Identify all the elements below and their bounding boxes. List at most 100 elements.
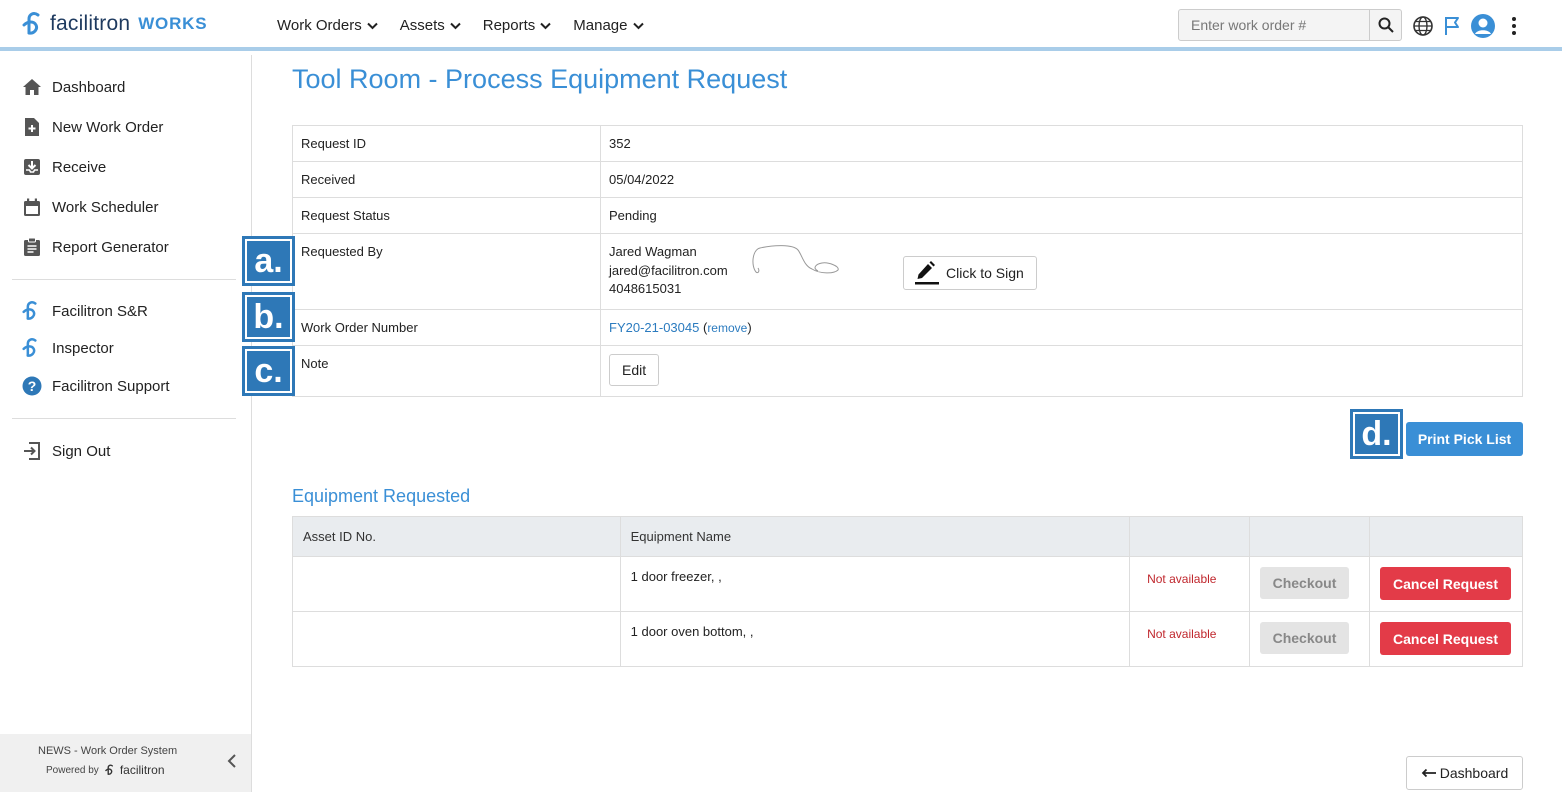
work-order-search-input[interactable] [1179, 10, 1369, 40]
requester-name: Jared Wagman [609, 244, 697, 259]
arrow-left-icon [1421, 768, 1436, 778]
table-row: 1 door freezer, , Not available Checkout… [292, 556, 1524, 612]
sidebar-item-inspector[interactable]: Inspector [22, 338, 114, 358]
inbox-download-icon [22, 157, 42, 177]
sidebar-item-receive[interactable]: Receive [22, 157, 106, 177]
work-order-cell: FY20-21-03045 (remove) [600, 308, 1523, 346]
calendar-icon [22, 197, 42, 217]
annotation-badge-a: a. [242, 236, 295, 286]
nav-assets[interactable]: Assets [400, 17, 461, 34]
sidebar-item-sign-out[interactable]: Sign Out [22, 441, 110, 461]
sidebar-item-work-scheduler[interactable]: Work Scheduler [22, 197, 158, 217]
sidebar-footer: NEWS - Work Order System Powered by faci… [0, 734, 251, 792]
column-header-cancel [1368, 516, 1524, 557]
flag-button[interactable] [1442, 15, 1462, 37]
facilitron-logo-icon [22, 12, 40, 35]
detail-row-requested-by: Requested By Jared Wagman jared@facilitr… [292, 233, 1523, 310]
annotation-badge-b: b. [242, 292, 295, 342]
language-button[interactable] [1412, 15, 1434, 37]
logo-text: facilitron [50, 12, 131, 35]
flag-icon [1445, 17, 1459, 35]
user-avatar-icon [1471, 14, 1495, 38]
sidebar-item-facilitron-sr[interactable]: Facilitron S&R [22, 301, 148, 321]
table-row: 1 door oven bottom, , Not available Chec… [292, 611, 1524, 667]
sidebar-item-label: Receive [52, 158, 107, 176]
nav-label: Manage [573, 17, 628, 34]
chevron-down-icon [450, 22, 461, 29]
search-icon [1378, 17, 1394, 33]
equipment-name-cell: 1 door freezer, , [619, 556, 1131, 612]
nav-work-orders[interactable]: Work Orders [277, 17, 378, 34]
print-pick-list-button[interactable]: Print Pick List [1406, 422, 1523, 456]
top-icons [1412, 13, 1518, 39]
search-button[interactable] [1369, 10, 1401, 40]
sidebar-item-label: Facilitron S&R [52, 302, 148, 320]
sidebar-item-label: Facilitron Support [52, 377, 170, 395]
chevron-down-icon [367, 22, 378, 29]
top-bar: facilitron WORKS Work Orders Assets Repo… [0, 0, 1562, 51]
powered-by: Powered by facilitron [46, 763, 165, 777]
checkout-cell: Checkout [1249, 556, 1370, 612]
checkout-button[interactable]: Checkout [1260, 622, 1349, 654]
badge-label: d. [1353, 412, 1400, 456]
badge-label: a. [245, 239, 292, 283]
asset-id-cell [292, 611, 621, 667]
availability-cell: Not available [1129, 611, 1250, 667]
detail-row-request-id: Request ID 352 [292, 125, 1523, 162]
nav-label: Work Orders [277, 17, 362, 34]
detail-label: Note [292, 344, 601, 397]
remove-work-order-link[interactable]: remove [707, 321, 747, 335]
work-order-link[interactable]: FY20-21-03045 [609, 320, 699, 335]
availability-status: Not available [1147, 572, 1217, 586]
equipment-table-header: Asset ID No. Equipment Name [292, 516, 1524, 557]
paren-close: ) [747, 319, 752, 335]
checkout-button[interactable]: Checkout [1260, 567, 1349, 599]
request-details-table: Request ID 352 Received 05/04/2022 Reque… [292, 125, 1523, 397]
requester-phone: 4048615031 [609, 281, 682, 296]
column-header-checkout [1249, 516, 1370, 557]
click-to-sign-button[interactable]: Click to Sign [903, 256, 1037, 290]
more-menu-button[interactable] [1510, 15, 1518, 37]
nav-manage[interactable]: Manage [573, 17, 644, 34]
pen-sign-icon [915, 261, 939, 285]
user-account-button[interactable] [1470, 13, 1496, 39]
annotation-badge-d: d. [1350, 409, 1403, 459]
detail-row-status: Request Status Pending [292, 197, 1523, 234]
detail-label: Requested By [292, 233, 601, 310]
requested-by-cell: Jared Wagman jared@facilitron.com 404861… [600, 233, 1523, 310]
sidebar-item-facilitron-support[interactable]: ? Facilitron Support [22, 376, 170, 396]
signature-image [752, 245, 839, 274]
collapse-sidebar-button[interactable] [227, 754, 237, 771]
logo-suffix: WORKS [138, 14, 208, 33]
equipment-name-cell: 1 door oven bottom, , [619, 611, 1131, 667]
sidebar-item-new-work-order[interactable]: New Work Order [22, 117, 163, 137]
home-icon [22, 77, 42, 97]
svg-text:?: ? [28, 378, 37, 394]
nav-label: Assets [399, 17, 445, 34]
annotation-badge-c: c. [242, 346, 295, 396]
sidebar-divider [12, 418, 236, 419]
sidebar-item-report-generator[interactable]: Report Generator [22, 237, 169, 257]
sidebar: Dashboard New Work Order Receive Work Sc… [0, 55, 252, 792]
globe-icon [1413, 16, 1433, 36]
received-date-value: 05/04/2022 [600, 161, 1523, 198]
app-logo[interactable]: facilitron WORKS [22, 11, 207, 37]
click-to-sign-label: Click to Sign [946, 264, 1024, 281]
back-button-label: Dashboard [1439, 765, 1509, 781]
more-vertical-icon [1512, 17, 1516, 35]
back-to-dashboard-button[interactable]: Dashboard [1406, 756, 1523, 790]
powered-by-brand: facilitron [119, 763, 165, 777]
facilitron-logo-icon [22, 338, 42, 358]
column-header-availability [1129, 516, 1250, 557]
edit-note-button[interactable]: Edit [609, 353, 660, 386]
availability-cell: Not available [1129, 556, 1250, 612]
cancel-request-button[interactable]: Cancel Request [1379, 567, 1511, 600]
sign-out-icon [22, 441, 42, 461]
detail-row-note: Note Edit [292, 344, 1523, 397]
request-status-value: Pending [600, 197, 1523, 234]
chevron-left-icon [227, 754, 236, 768]
cancel-request-button[interactable]: Cancel Request [1379, 622, 1511, 655]
detail-row-work-order: Work Order Number FY20-21-03045 (remove) [292, 308, 1523, 346]
sidebar-item-dashboard[interactable]: Dashboard [22, 77, 125, 97]
nav-reports[interactable]: Reports [483, 17, 552, 34]
